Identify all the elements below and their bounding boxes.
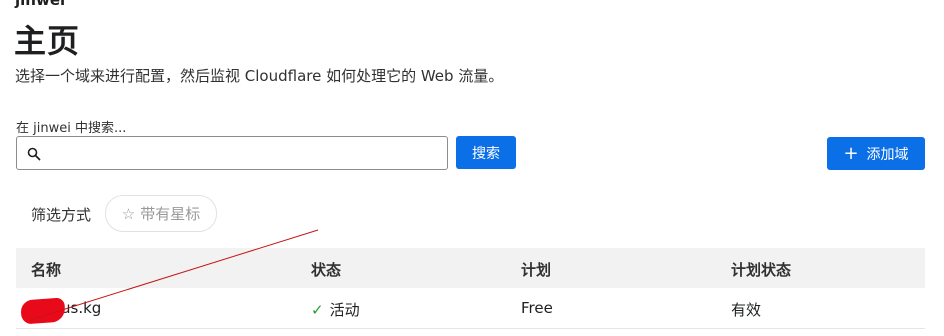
page-title: 主页 (14, 22, 81, 60)
column-header-plan-status[interactable]: 计划状态 (731, 259, 791, 280)
add-domain-label: 添加域 (866, 146, 909, 163)
table-header: 名称 状态 计划 计划状态 (16, 248, 925, 288)
star-outline-icon: ☆ (121, 204, 136, 223)
starred-filter-label: 带有星标 (140, 205, 201, 223)
account-name: jinwei (15, 0, 66, 9)
plus-icon: + (843, 142, 859, 164)
search-input[interactable] (51, 137, 445, 169)
table-row[interactable]: us.kg ✓ 活动 Free 有效 (16, 288, 925, 329)
search-field[interactable] (16, 136, 448, 170)
status-text: 活动 (329, 301, 360, 319)
column-header-status[interactable]: 状态 (311, 259, 341, 280)
column-header-name[interactable]: 名称 (31, 259, 61, 280)
search-button-label: 搜索 (472, 145, 500, 162)
status-cell: ✓ 活动 (311, 299, 360, 320)
page-subtitle: 选择一个域来进行配置，然后监视 Cloudflare 如何处理它的 Web 流量… (15, 67, 504, 85)
check-icon: ✓ (311, 301, 324, 319)
add-domain-button[interactable]: + 添加域 (827, 137, 925, 170)
search-icon (27, 146, 41, 161)
filter-label: 筛选方式 (31, 206, 92, 224)
plan-status-cell: 有效 (731, 301, 762, 319)
search-label: 在 jinwei 中搜索... (16, 121, 127, 136)
plan-cell: Free (521, 299, 553, 317)
starred-filter-chip[interactable]: ☆ 带有星标 (105, 195, 217, 232)
domain-name-link[interactable]: us.kg (61, 299, 101, 317)
column-header-plan[interactable]: 计划 (521, 259, 551, 280)
search-button[interactable]: 搜索 (456, 136, 516, 169)
